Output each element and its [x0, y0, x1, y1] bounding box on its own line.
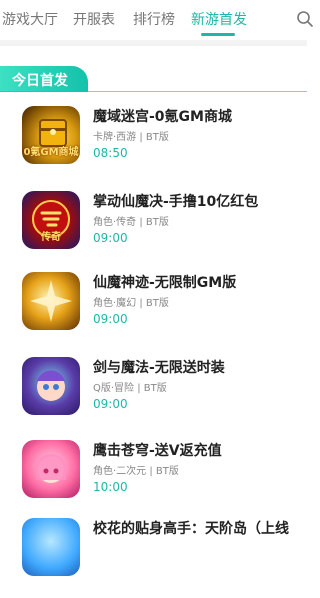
active-tab-indicator: [201, 33, 235, 36]
game-title[interactable]: 仙魔神迹-无限制GM版: [93, 272, 236, 292]
section-underline: [0, 91, 307, 92]
tab-ranking[interactable]: 排行榜: [133, 9, 175, 29]
game-list-item[interactable]: 传奇 掌动仙魔决-手撸10亿红包 角色·传奇 | BT版 09:00: [0, 191, 307, 271]
game-list-item[interactable]: 仙魔神迹-无限制GM版 角色·魔幻 | BT版 09:00: [0, 272, 307, 352]
game-meta: 角色·二次元 | BT版: [93, 466, 179, 477]
game-title[interactable]: 鹰击苍穹-送V返充值: [93, 440, 222, 460]
game-meta: 角色·魔幻 | BT版: [93, 298, 169, 309]
game-icon-jianmo[interactable]: [22, 357, 80, 415]
game-list-item[interactable]: 剑与魔法-无限送时装 Q版·冒险 | BT版 09:00: [0, 357, 307, 437]
game-meta: 卡牌·西游 | BT版: [93, 132, 169, 143]
game-icon-chuanqi[interactable]: 传奇: [22, 191, 80, 249]
section-badge-label: 今日首发: [12, 73, 68, 89]
game-release-time: 08:50: [93, 146, 128, 160]
game-title[interactable]: 掌动仙魔决-手撸10亿红包: [93, 191, 258, 211]
light-burst-icon: [30, 280, 72, 322]
section-badge: 今日首发: [0, 66, 88, 92]
search-icon[interactable]: [296, 10, 314, 28]
game-list-item[interactable]: 鹰击苍穹-送V返充值 角色·二次元 | BT版 10:00: [0, 440, 307, 520]
game-list-item[interactable]: 0氪GM商城 魔域迷宫-0氪GM商城 卡牌·西游 | BT版 08:50: [0, 106, 307, 186]
game-release-time: 10:00: [93, 480, 128, 494]
tab-game-hall[interactable]: 游戏大厅: [2, 9, 58, 29]
game-title[interactable]: 魔域迷宫-0氪GM商城: [93, 106, 232, 126]
game-meta: 角色·传奇 | BT版: [93, 217, 169, 228]
game-release-time: 09:00: [93, 312, 128, 326]
top-tabbar: 游戏大厅 开服表 排行榜 新游首发: [0, 0, 313, 40]
tabbar-divider: [0, 40, 307, 46]
game-title[interactable]: 剑与魔法-无限送时装: [93, 357, 225, 377]
game-icon-yingji[interactable]: [22, 440, 80, 498]
game-list-item[interactable]: 校花的贴身高手：天阶岛（上线: [0, 518, 307, 598]
tab-new-games[interactable]: 新游首发: [191, 9, 247, 29]
anime-girl-icon: [36, 454, 66, 483]
game-release-time: 09:00: [93, 231, 128, 245]
tab-server-schedule[interactable]: 开服表: [73, 9, 115, 29]
game-icon-xianmo[interactable]: [22, 272, 80, 330]
game-meta: Q版·冒险 | BT版: [93, 383, 167, 394]
character-face-icon: [37, 370, 65, 401]
game-icon-moyu[interactable]: 0氪GM商城: [22, 106, 80, 164]
game-icon-caption: 传奇: [41, 232, 61, 243]
game-title[interactable]: 校花的贴身高手：天阶岛（上线: [93, 518, 289, 538]
game-icon-caption: 0氪GM商城: [23, 147, 79, 158]
game-release-time: 09:00: [93, 397, 128, 411]
game-icon-xiaohua[interactable]: [22, 518, 80, 576]
